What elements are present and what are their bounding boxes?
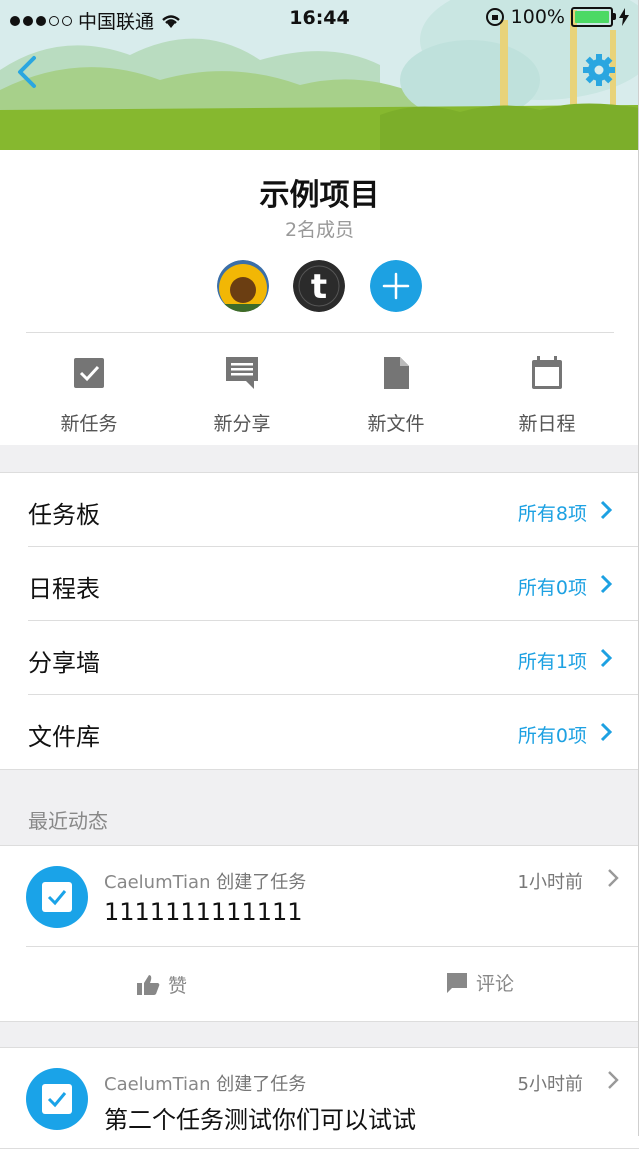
like-label: 赞 <box>168 975 188 997</box>
feed-item[interactable]: CaelumTian 创建了任务 5小时前 第二个任务测试你们可以试试 <box>0 1047 639 1149</box>
charging-icon <box>619 8 629 26</box>
new-file-label: 新文件 <box>367 413 425 435</box>
comment-button[interactable]: 评论 <box>446 969 514 996</box>
feed-action: 创建了任务 <box>216 1074 307 1095</box>
battery-percent: 100% <box>510 6 565 28</box>
section-count: 所有1项 <box>517 651 587 673</box>
comment-icon <box>447 972 467 993</box>
project-sections-list: 任务板 所有8项 日程表 所有0项 分享墙 所有1项 文件库 所有0项 <box>0 472 639 770</box>
chevron-right-icon <box>608 1071 619 1089</box>
section-count: 所有0项 <box>517 725 587 747</box>
thumbs-up-icon <box>137 974 160 995</box>
feed-user[interactable]: CaelumTian <box>104 872 211 893</box>
new-schedule-label: 新日程 <box>518 413 576 435</box>
new-task-label: 新任务 <box>60 413 118 435</box>
feed-time: 1小时前 <box>517 872 583 893</box>
task-badge-icon <box>26 866 88 928</box>
feed-user[interactable]: CaelumTian <box>104 1074 211 1095</box>
section-count: 所有0项 <box>517 577 587 599</box>
feed-time: 5小时前 <box>517 1074 583 1095</box>
feed-meta: CaelumTian 创建了任务 <box>104 1070 306 1096</box>
project-title: 示例项目 <box>259 178 380 213</box>
avatar-sunflower[interactable] <box>217 260 269 312</box>
divider <box>26 332 614 333</box>
recent-activity-heading: 最近动态 <box>28 809 108 833</box>
new-file-button[interactable]: 新文件 <box>326 355 466 436</box>
like-button[interactable]: 赞 <box>136 971 187 998</box>
checkbox-icon <box>74 358 104 388</box>
new-schedule-button[interactable]: 新日程 <box>477 355 617 436</box>
feed-action: 创建了任务 <box>216 872 307 893</box>
section-row-share-wall[interactable]: 分享墙 所有1项 <box>0 621 639 695</box>
status-bar: 中国联通 16:44 100% <box>0 0 639 36</box>
chevron-right-icon <box>600 722 613 742</box>
feed-meta: CaelumTian 创建了任务 <box>104 868 306 894</box>
section-label: 日程表 <box>28 575 100 603</box>
section-label: 分享墙 <box>28 649 100 677</box>
divider <box>26 946 639 947</box>
chevron-right-icon <box>600 574 613 594</box>
feed-content: 1111111111111 <box>104 898 303 926</box>
feed-content: 第二个任务测试你们可以试试 <box>104 1106 416 1134</box>
section-row-files[interactable]: 文件库 所有0项 <box>0 695 639 769</box>
calendar-icon <box>532 356 562 389</box>
section-count: 所有8项 <box>517 503 587 525</box>
share-message-icon <box>226 357 258 389</box>
comment-label: 评论 <box>476 973 515 995</box>
feed-item[interactable]: CaelumTian 创建了任务 1小时前 1111111111111 赞 评论 <box>0 845 639 1022</box>
chevron-right-icon <box>600 500 613 520</box>
chevron-right-icon <box>600 648 613 668</box>
section-row-tasks[interactable]: 任务板 所有8项 <box>0 473 639 547</box>
add-member-button[interactable] <box>370 260 422 312</box>
back-icon[interactable] <box>10 52 46 92</box>
task-badge-icon <box>26 1068 88 1130</box>
new-share-label: 新分享 <box>213 413 271 435</box>
rotation-lock-icon <box>485 8 504 26</box>
new-share-button[interactable]: 新分享 <box>172 355 312 436</box>
member-count: 2名成员 <box>284 219 355 241</box>
new-task-button[interactable]: 新任务 <box>19 355 159 436</box>
section-row-schedule[interactable]: 日程表 所有0项 <box>0 547 639 621</box>
section-label: 文件库 <box>28 723 100 751</box>
battery-icon <box>571 7 616 27</box>
file-icon <box>384 357 409 389</box>
gear-icon[interactable] <box>581 52 617 88</box>
chevron-right-icon <box>608 869 619 887</box>
avatar-letter-t[interactable]: t <box>293 260 345 312</box>
section-label: 任务板 <box>28 501 100 529</box>
svg-text:t: t <box>311 267 327 307</box>
